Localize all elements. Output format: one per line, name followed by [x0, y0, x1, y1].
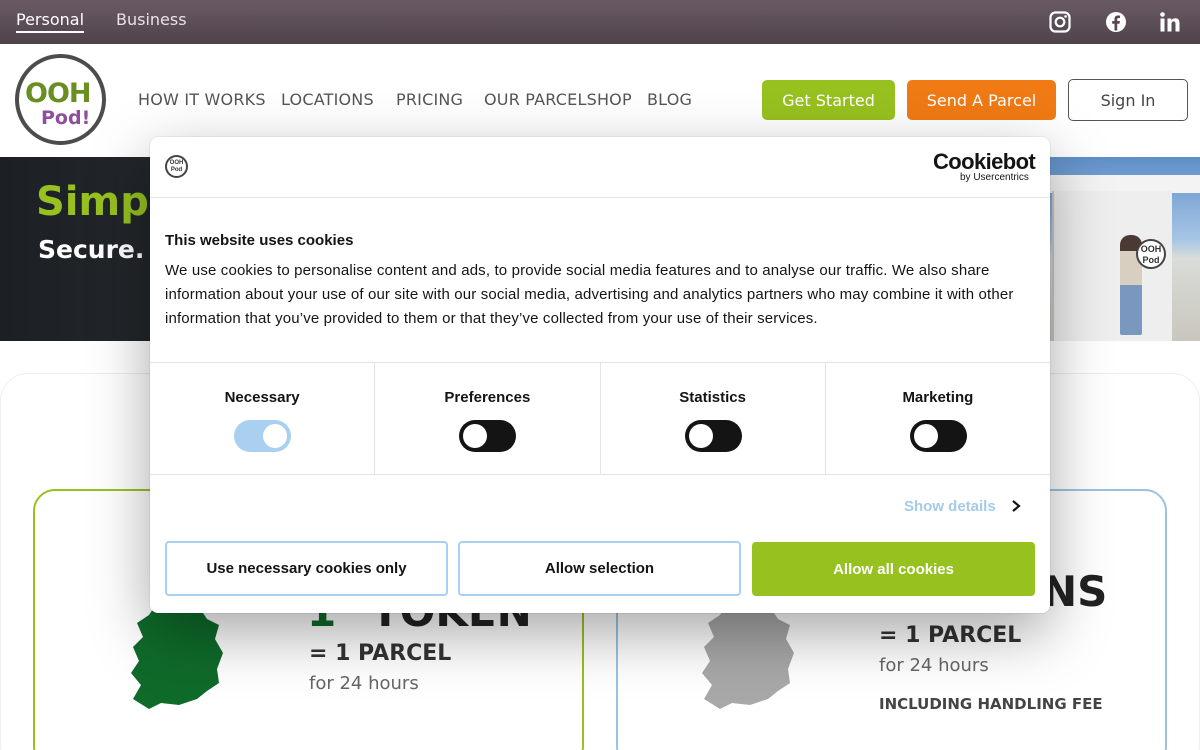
ireland-map-gray: [702, 601, 794, 709]
ooh-pod-logo[interactable]: OOH Pod!: [15, 54, 106, 145]
toggle-knob: [463, 424, 488, 448]
nav-our-parcelshop[interactable]: OUR PARCELSHOP: [484, 90, 632, 109]
toggle-knob: [913, 424, 938, 448]
use-necessary-only-button[interactable]: Use necessary cookies only: [165, 541, 448, 596]
facebook-icon[interactable]: [1104, 10, 1128, 34]
nav-locations[interactable]: LOCATIONS: [281, 90, 374, 109]
top-bar: Personal Business: [0, 0, 1200, 44]
send-parcel-button[interactable]: Send A Parcel: [907, 80, 1056, 120]
category-preferences: Preferences: [375, 363, 601, 474]
category-label: Statistics: [679, 389, 746, 406]
category-marketing: Marketing: [826, 363, 1050, 474]
sign-in-button[interactable]: Sign In: [1068, 79, 1188, 121]
nav-blog[interactable]: BLOG: [647, 90, 692, 109]
instagram-icon[interactable]: [1048, 10, 1072, 34]
toggle-knob: [688, 424, 713, 448]
category-label: Marketing: [902, 389, 974, 406]
right-parcel-label: = 1 PARCEL: [879, 623, 1022, 648]
get-started-button[interactable]: Get Started: [762, 80, 895, 120]
pod-logo-badge: OOH Pod: [1136, 239, 1166, 269]
toggle-marketing[interactable]: [909, 420, 967, 452]
category-statistics: Statistics: [601, 363, 826, 474]
dialog-header: OOH Pod Cookiebot by Usercentrics: [150, 137, 1050, 198]
allow-selection-button[interactable]: Allow selection: [458, 541, 741, 596]
toggle-preferences[interactable]: [459, 420, 517, 452]
category-label: Preferences: [444, 389, 531, 406]
dialog-title: This website uses cookies: [165, 232, 354, 249]
right-hours-label: for 24 hours: [879, 655, 989, 676]
toggle-knob: [263, 424, 288, 448]
segment-business[interactable]: Business: [116, 10, 187, 29]
linkedin-icon[interactable]: [1158, 10, 1182, 34]
ireland-map-green: [131, 601, 223, 709]
dialog-text: We use cookies to personalise content an…: [165, 262, 1014, 327]
category-necessary: Necessary: [150, 363, 376, 474]
hero-headline: Simp: [36, 179, 149, 225]
cookie-consent-dialog: OOH Pod Cookiebot by Usercentrics This w…: [150, 137, 1050, 613]
show-details-link[interactable]: Show details: [904, 498, 996, 515]
locations-word: NS: [1042, 567, 1108, 616]
handling-fee-label: INCLUDING HANDLING FEE: [879, 695, 1103, 713]
allow-all-cookies-button[interactable]: Allow all cookies: [752, 542, 1035, 596]
cookiebot-sub: by Usercentrics: [960, 172, 1029, 183]
toggle-necessary[interactable]: [234, 420, 292, 452]
segment-personal[interactable]: Personal: [16, 10, 85, 33]
hero-photo: OOH Pod: [1048, 157, 1200, 341]
logo-text-top: OOH: [25, 78, 92, 109]
left-parcel-label: = 1 PARCEL: [309, 641, 452, 666]
chevron-right-icon[interactable]: [1010, 499, 1022, 513]
toggle-statistics[interactable]: [684, 420, 742, 452]
site-mini-logo: OOH Pod: [165, 155, 188, 178]
category-label: Necessary: [224, 389, 300, 406]
logo-text-bottom: Pod!: [41, 107, 91, 129]
cookie-categories: Necessary Preferences Statistics Marketi…: [150, 362, 1050, 475]
nav-pricing[interactable]: PRICING: [396, 90, 463, 109]
left-hours-label: for 24 hours: [309, 673, 419, 694]
nav-how-it-works[interactable]: HOW IT WORKS: [138, 90, 266, 109]
